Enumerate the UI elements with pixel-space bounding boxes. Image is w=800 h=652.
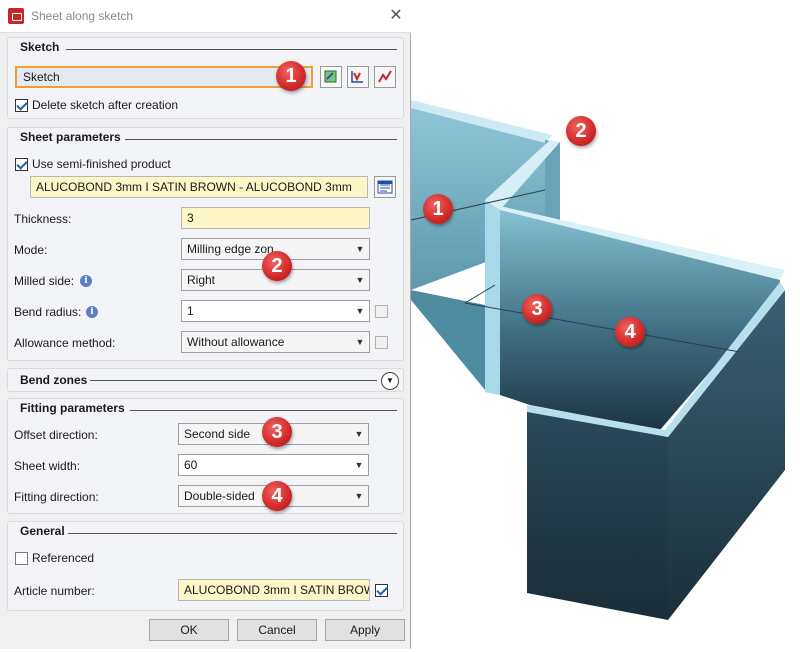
bend-zones-header: Bend zones — [20, 373, 88, 387]
fitting-direction-value: Double-sided — [184, 489, 255, 503]
semi-finished-product-field[interactable]: ALUCOBOND 3mm I SATIN BROWN - ALUCOBOND … — [30, 176, 368, 198]
general-section: General Referenced Article number: ALUCO… — [7, 521, 404, 611]
offset-direction-value: Second side — [184, 427, 251, 441]
sheet-middle-bend — [485, 195, 500, 395]
allowance-checkbox[interactable] — [375, 336, 388, 349]
bend-radius-value: 1 — [187, 304, 194, 318]
model-marker-1: 1 — [423, 194, 453, 224]
fitting-parameters-header: Fitting parameters — [20, 401, 125, 415]
sketch-curve-icon[interactable] — [374, 66, 396, 88]
section-divider — [68, 533, 397, 534]
referenced-checkbox[interactable] — [15, 552, 28, 565]
sketch-header: Sketch — [20, 40, 60, 54]
close-icon[interactable]: ✕ — [386, 6, 406, 26]
sheet-width-label: Sheet width: — [14, 459, 81, 473]
model-marker-2: 2 — [566, 116, 596, 146]
ok-button[interactable]: OK — [149, 619, 229, 641]
allowance-method-value: Without allowance — [187, 335, 285, 349]
sheet-along-sketch-dialog: Sheet along sketch ✕ Sketch Sketch Delet… — [0, 0, 411, 649]
dialog-title: Sheet along sketch — [31, 9, 134, 23]
section-divider — [90, 380, 377, 381]
semi-finished-checkbox[interactable] — [15, 158, 28, 171]
section-divider — [125, 139, 397, 140]
milled-side-value: Right — [187, 273, 216, 287]
general-header: General — [20, 524, 65, 538]
info-icon[interactable]: i — [86, 306, 98, 318]
expand-chevron-icon[interactable]: ▼ — [381, 372, 399, 390]
sheet-width-value: 60 — [184, 458, 198, 472]
bend-radius-checkbox[interactable] — [375, 305, 388, 318]
delete-sketch-checkbox[interactable] — [15, 99, 28, 112]
thickness-field[interactable]: 3 — [181, 207, 370, 229]
delete-sketch-label: Delete sketch after creation — [32, 98, 179, 112]
dialog-marker-4: 4 — [262, 481, 292, 511]
article-number-label: Article number: — [14, 584, 95, 598]
product-catalog-icon[interactable] — [374, 176, 396, 198]
model-marker-3: 3 — [522, 294, 552, 324]
sketch-section: Sketch Sketch Delete sketch after creati… — [7, 37, 404, 119]
chevron-down-icon: ▼ — [355, 337, 365, 347]
dialog-marker-3: 3 — [262, 417, 292, 447]
referenced-label: Referenced — [32, 551, 95, 565]
sketch-profile-icon[interactable] — [347, 66, 369, 88]
sketch-field[interactable]: Sketch — [15, 66, 313, 88]
dialog-marker-2: 2 — [262, 251, 292, 281]
thickness-label: Thickness: — [14, 212, 72, 226]
sheet-width-dropdown[interactable]: 60 ▼ — [178, 454, 369, 476]
box-front-face — [527, 410, 668, 620]
milled-side-label: Milled side: — [14, 274, 75, 288]
sheet-parameters-header: Sheet parameters — [20, 130, 121, 144]
mode-value: Milling edge zon — [187, 242, 274, 256]
bend-zones-section[interactable]: Bend zones ▼ — [7, 368, 404, 392]
title-bar: Sheet along sketch ✕ — [0, 0, 411, 33]
chevron-down-icon: ▼ — [355, 275, 365, 285]
bend-radius-dropdown[interactable]: 1 ▼ — [181, 300, 370, 322]
info-icon[interactable]: i — [80, 275, 92, 287]
allowance-method-dropdown[interactable]: Without allowance ▼ — [181, 331, 370, 353]
bend-radius-label: Bend radius: — [14, 305, 82, 319]
chevron-down-icon: ▼ — [354, 460, 364, 470]
semi-finished-label: Use semi-finished product — [32, 157, 171, 171]
chevron-down-icon: ▼ — [355, 244, 365, 254]
chevron-down-icon: ▼ — [355, 306, 365, 316]
chevron-down-icon: ▼ — [354, 429, 364, 439]
cancel-button[interactable]: Cancel — [237, 619, 317, 641]
fitting-direction-label: Fitting direction: — [14, 490, 99, 504]
pick-sketch-icon[interactable] — [320, 66, 342, 88]
article-number-checkbox[interactable] — [375, 584, 388, 597]
chevron-down-icon: ▼ — [354, 491, 364, 501]
section-divider — [66, 49, 397, 50]
apply-button[interactable]: Apply — [325, 619, 405, 641]
allowance-method-label: Allowance method: — [14, 336, 116, 350]
fitting-parameters-section: Fitting parameters Offset direction: Sec… — [7, 398, 404, 514]
dialog-marker-1: 1 — [276, 61, 306, 91]
mode-label: Mode: — [14, 243, 48, 257]
article-number-field[interactable]: ALUCOBOND 3mm I SATIN BROWN — [178, 579, 370, 601]
app-icon — [8, 8, 24, 24]
offset-direction-label: Offset direction: — [14, 428, 98, 442]
model-marker-4: 4 — [615, 317, 645, 347]
section-divider — [130, 410, 397, 411]
sheet-parameters-section: Sheet parameters Use semi-finished produ… — [7, 127, 404, 361]
